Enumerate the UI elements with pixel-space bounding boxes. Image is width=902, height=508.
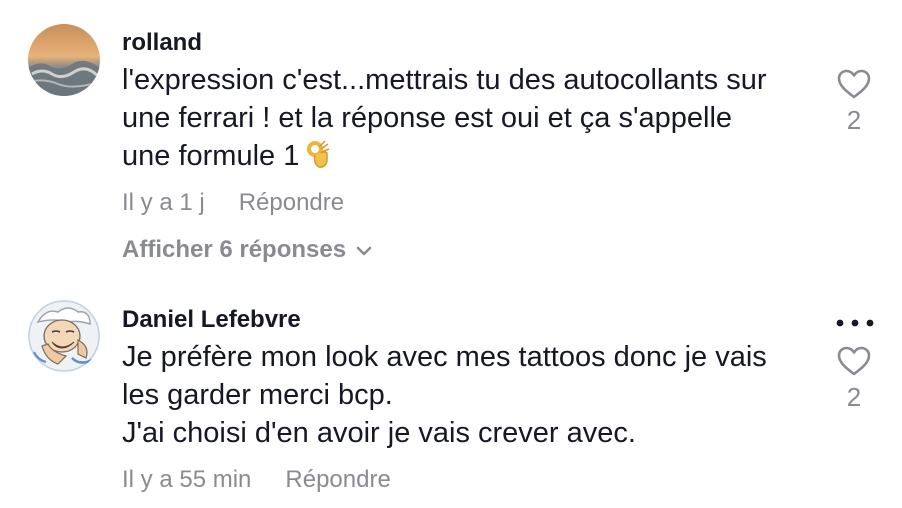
comment-text-line: les garder merci bcp. <box>122 379 393 411</box>
chevron-down-icon <box>356 246 372 255</box>
like-button[interactable]: 2 <box>834 345 874 412</box>
comment-item: Daniel Lefebvre Je préfère mon look avec… <box>0 270 902 508</box>
more-options-button[interactable] <box>834 316 876 328</box>
comment-text-line: une ferrari ! et la réponse est oui et ç… <box>122 99 802 137</box>
avatar[interactable] <box>28 300 100 372</box>
comment-text-line: Je préfère mon look avec mes tattoos don… <box>122 341 767 373</box>
comment-timestamp: Il y a 1 j <box>122 189 205 216</box>
like-button[interactable]: 2 <box>834 68 874 135</box>
comment-author[interactable]: rolland <box>122 28 202 58</box>
show-replies-label: Afficher 6 réponses <box>122 236 347 263</box>
show-replies-button[interactable]: Afficher 6 réponses <box>122 235 372 265</box>
comment-text: l'expression c'est...mettrais tu des aut… <box>122 61 802 179</box>
avatar[interactable] <box>28 24 100 96</box>
heart-outline-icon <box>837 346 871 376</box>
comment-text-line: J'ai choisi d'en avoir je vais crever av… <box>122 417 636 449</box>
comment-text-line-content: une ferrari ! et la réponse est oui et ç… <box>122 102 733 134</box>
comment-text-line: une formule 1 <box>122 137 802 179</box>
reply-button[interactable]: Répondre <box>239 189 344 216</box>
comment-text: Je préfère mon look avec mes tattoos don… <box>122 338 802 452</box>
comment-timestamp: Il y a 55 min <box>122 466 252 493</box>
comment-text-line: l'expression c'est...mettrais tu des aut… <box>122 64 767 96</box>
comment-meta: Il y a 1 j Répondre <box>122 188 344 218</box>
ok-hand-emoji <box>305 139 331 179</box>
comment-meta: Il y a 55 min Répondre <box>122 465 391 495</box>
comment-author[interactable]: Daniel Lefebvre <box>122 305 301 335</box>
comment-item: rolland l'expression c'est...mettrais tu… <box>0 0 902 270</box>
like-count: 2 <box>846 382 862 412</box>
like-count: 2 <box>846 105 862 135</box>
heart-outline-icon <box>837 69 871 99</box>
more-horizontal-icon <box>836 319 874 327</box>
comment-text-line-content: une formule 1 <box>122 140 300 172</box>
reply-button[interactable]: Répondre <box>285 466 390 493</box>
